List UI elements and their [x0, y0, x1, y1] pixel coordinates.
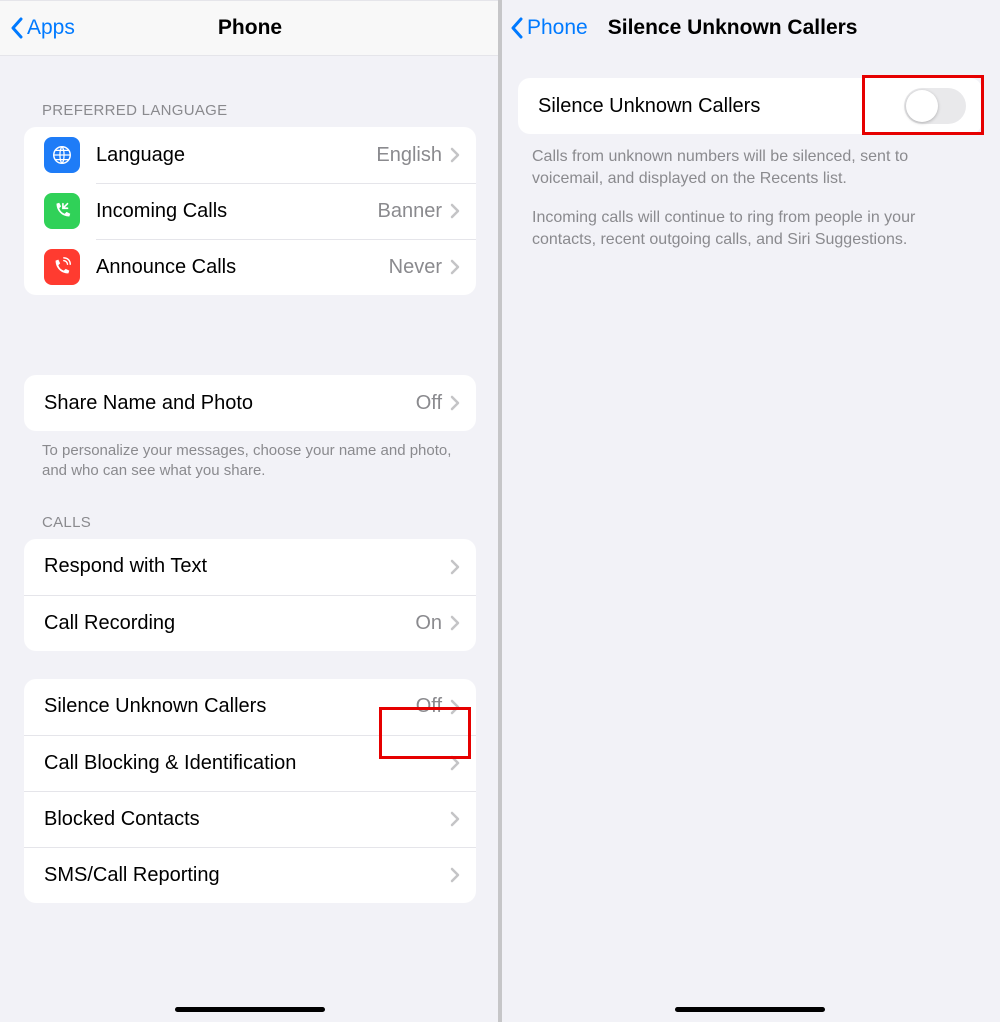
- share-footer: To personalize your messages, choose you…: [0, 431, 500, 482]
- group-calls-2: Silence Unknown Callers Off Call Blockin…: [24, 679, 476, 903]
- page-title: Phone: [0, 16, 500, 40]
- chevron-left-icon: [10, 17, 24, 39]
- row-label: Announce Calls: [96, 256, 389, 279]
- back-button[interactable]: Phone: [510, 16, 588, 40]
- row-value: Off: [416, 695, 442, 718]
- chevron-left-icon: [510, 17, 524, 39]
- chevron-right-icon: [450, 147, 460, 163]
- row-label: Call Blocking & Identification: [44, 752, 450, 775]
- row-label: Silence Unknown Callers: [44, 695, 416, 718]
- screen-divider: [498, 0, 502, 1022]
- chevron-right-icon: [450, 867, 460, 883]
- row-value: Never: [389, 256, 442, 279]
- globe-icon: [44, 137, 80, 173]
- row-silence-unknown-callers[interactable]: Silence Unknown Callers Off: [24, 679, 476, 735]
- chevron-right-icon: [450, 615, 460, 631]
- row-announce-calls[interactable]: Announce Calls Never: [24, 239, 476, 295]
- row-share-name-photo[interactable]: Share Name and Photo Off: [24, 375, 476, 431]
- row-blocked-contacts[interactable]: Blocked Contacts: [24, 791, 476, 847]
- toggle-knob: [906, 90, 938, 122]
- row-respond-with-text[interactable]: Respond with Text: [24, 539, 476, 595]
- phone-settings-screen: Apps Phone PREFERRED LANGUAGE Language E…: [0, 0, 500, 1022]
- back-label: Apps: [27, 16, 75, 40]
- section-header-preferred-language: PREFERRED LANGUAGE: [0, 84, 500, 127]
- row-label: Respond with Text: [44, 555, 450, 578]
- chevron-right-icon: [450, 559, 460, 575]
- chevron-right-icon: [450, 259, 460, 275]
- back-label: Phone: [527, 16, 588, 40]
- row-label: Call Recording: [44, 612, 415, 635]
- nav-bar: Apps Phone: [0, 0, 500, 56]
- chevron-right-icon: [450, 395, 460, 411]
- chevron-right-icon: [450, 811, 460, 827]
- row-value: On: [415, 612, 442, 635]
- row-call-blocking-identification[interactable]: Call Blocking & Identification: [24, 735, 476, 791]
- group-preferred: Language English Incoming Calls Banner A…: [24, 127, 476, 295]
- home-indicator[interactable]: [175, 1007, 325, 1012]
- silence-toggle[interactable]: [904, 88, 966, 124]
- announce-call-icon: [44, 249, 80, 285]
- row-label: Language: [96, 144, 376, 167]
- nav-bar: Phone Silence Unknown Callers: [500, 0, 1000, 56]
- home-indicator[interactable]: [675, 1007, 825, 1012]
- row-label: Silence Unknown Callers: [538, 95, 904, 118]
- chevron-right-icon: [450, 755, 460, 771]
- row-value: Banner: [378, 200, 443, 223]
- row-call-recording[interactable]: Call Recording On: [24, 595, 476, 651]
- chevron-right-icon: [450, 203, 460, 219]
- page-title: Silence Unknown Callers: [608, 16, 858, 40]
- row-label: Blocked Contacts: [44, 808, 450, 831]
- row-value: Off: [416, 392, 442, 415]
- row-language[interactable]: Language English: [24, 127, 476, 183]
- silence-footer-2: Incoming calls will continue to ring fro…: [500, 207, 1000, 250]
- group-share: Share Name and Photo Off: [24, 375, 476, 431]
- row-label: Share Name and Photo: [44, 392, 416, 415]
- group-silence: Silence Unknown Callers: [518, 78, 982, 134]
- row-silence-toggle[interactable]: Silence Unknown Callers: [518, 78, 982, 134]
- group-calls-1: Respond with Text Call Recording On: [24, 539, 476, 651]
- row-value: English: [376, 144, 442, 167]
- back-button[interactable]: Apps: [10, 16, 75, 40]
- chevron-right-icon: [450, 699, 460, 715]
- row-sms-call-reporting[interactable]: SMS/Call Reporting: [24, 847, 476, 903]
- silence-unknown-callers-screen: Phone Silence Unknown Callers Silence Un…: [500, 0, 1000, 1022]
- silence-footer-1: Calls from unknown numbers will be silen…: [500, 134, 1000, 189]
- row-incoming-calls[interactable]: Incoming Calls Banner: [24, 183, 476, 239]
- row-label: Incoming Calls: [96, 200, 378, 223]
- incoming-call-icon: [44, 193, 80, 229]
- section-header-calls: CALLS: [0, 496, 500, 539]
- row-label: SMS/Call Reporting: [44, 864, 450, 887]
